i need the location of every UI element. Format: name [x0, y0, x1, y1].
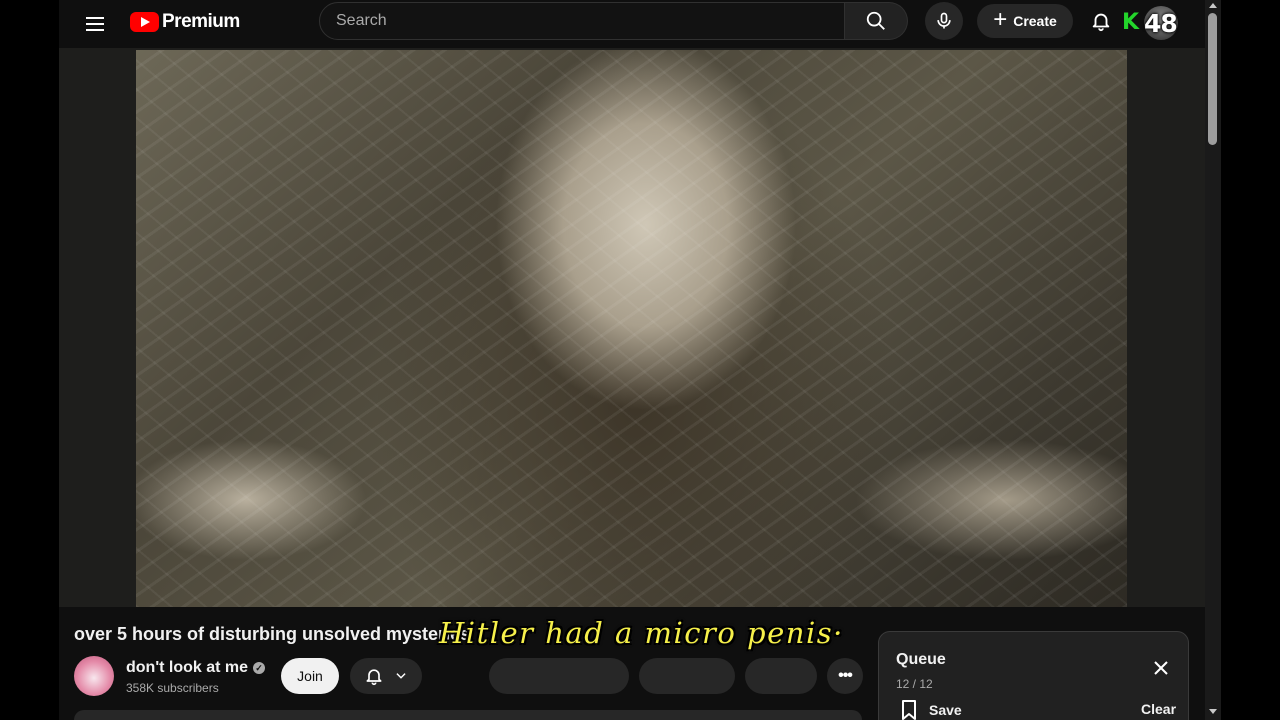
subscriber-count: 358K subscribers	[126, 681, 219, 695]
queue-count: 12 / 12	[896, 677, 933, 691]
queue-title: Queue	[896, 651, 946, 668]
bell-icon	[366, 669, 382, 686]
top-bar: Premium + Create K 48	[59, 0, 1205, 48]
share-button[interactable]	[639, 658, 735, 694]
save-label: Save	[929, 702, 962, 718]
video-subtitle-caption: Hitler had a micro penis·	[439, 616, 844, 650]
youtube-app: Premium + Create K 48 over 5 hours of di…	[59, 0, 1205, 720]
video-title: over 5 hours of disturbing unsolved myst…	[74, 624, 471, 644]
create-button[interactable]: + Create	[977, 4, 1073, 38]
search-button[interactable]	[845, 2, 908, 40]
scroll-up-arrow[interactable]	[1209, 3, 1217, 8]
plus-icon: +	[993, 6, 1008, 33]
menu-icon[interactable]	[81, 10, 109, 38]
download-button[interactable]	[745, 658, 817, 694]
search-icon	[866, 11, 885, 30]
more-icon: •••	[838, 667, 853, 684]
avatar-badge-count: 48	[1144, 9, 1178, 38]
more-actions-button[interactable]: •••	[827, 658, 863, 694]
voice-search-button[interactable]	[925, 2, 963, 40]
page-scrollbar[interactable]	[1205, 0, 1221, 720]
create-label: Create	[1013, 13, 1057, 29]
video-frame[interactable]	[136, 50, 1127, 607]
join-button[interactable]: Join	[281, 658, 339, 694]
microphone-icon	[937, 12, 951, 29]
search-input[interactable]	[336, 12, 816, 30]
search-box	[319, 2, 845, 40]
youtube-premium-logo[interactable]: Premium	[130, 11, 240, 33]
scroll-down-arrow[interactable]	[1209, 709, 1217, 714]
clear-queue-button[interactable]: Clear	[1141, 701, 1176, 717]
channel-name[interactable]: don't look at me	[126, 659, 248, 677]
notifications-button[interactable]	[1089, 9, 1113, 33]
description-box[interactable]	[74, 710, 862, 720]
close-icon	[1154, 661, 1168, 675]
bell-icon	[1092, 13, 1110, 32]
close-queue-button[interactable]	[1149, 656, 1173, 680]
youtube-logo-icon	[130, 12, 159, 32]
subscription-notifications-button[interactable]	[350, 658, 422, 694]
video-player[interactable]	[59, 48, 1205, 607]
channel-name-row[interactable]: don't look at me ✓	[126, 659, 266, 677]
logo-text: Premium	[162, 11, 240, 32]
verified-icon: ✓	[253, 662, 266, 674]
k-extension-icon[interactable]: K	[1122, 10, 1139, 35]
save-queue-button[interactable]: Save	[899, 699, 962, 720]
like-dislike-button[interactable]	[489, 658, 629, 694]
bookmark-icon	[902, 700, 916, 720]
channel-avatar[interactable]	[74, 656, 114, 696]
chevron-down-icon	[396, 673, 406, 679]
queue-panel: Queue 12 / 12 Save Clear	[878, 631, 1189, 720]
scrollbar-thumb[interactable]	[1208, 13, 1217, 145]
